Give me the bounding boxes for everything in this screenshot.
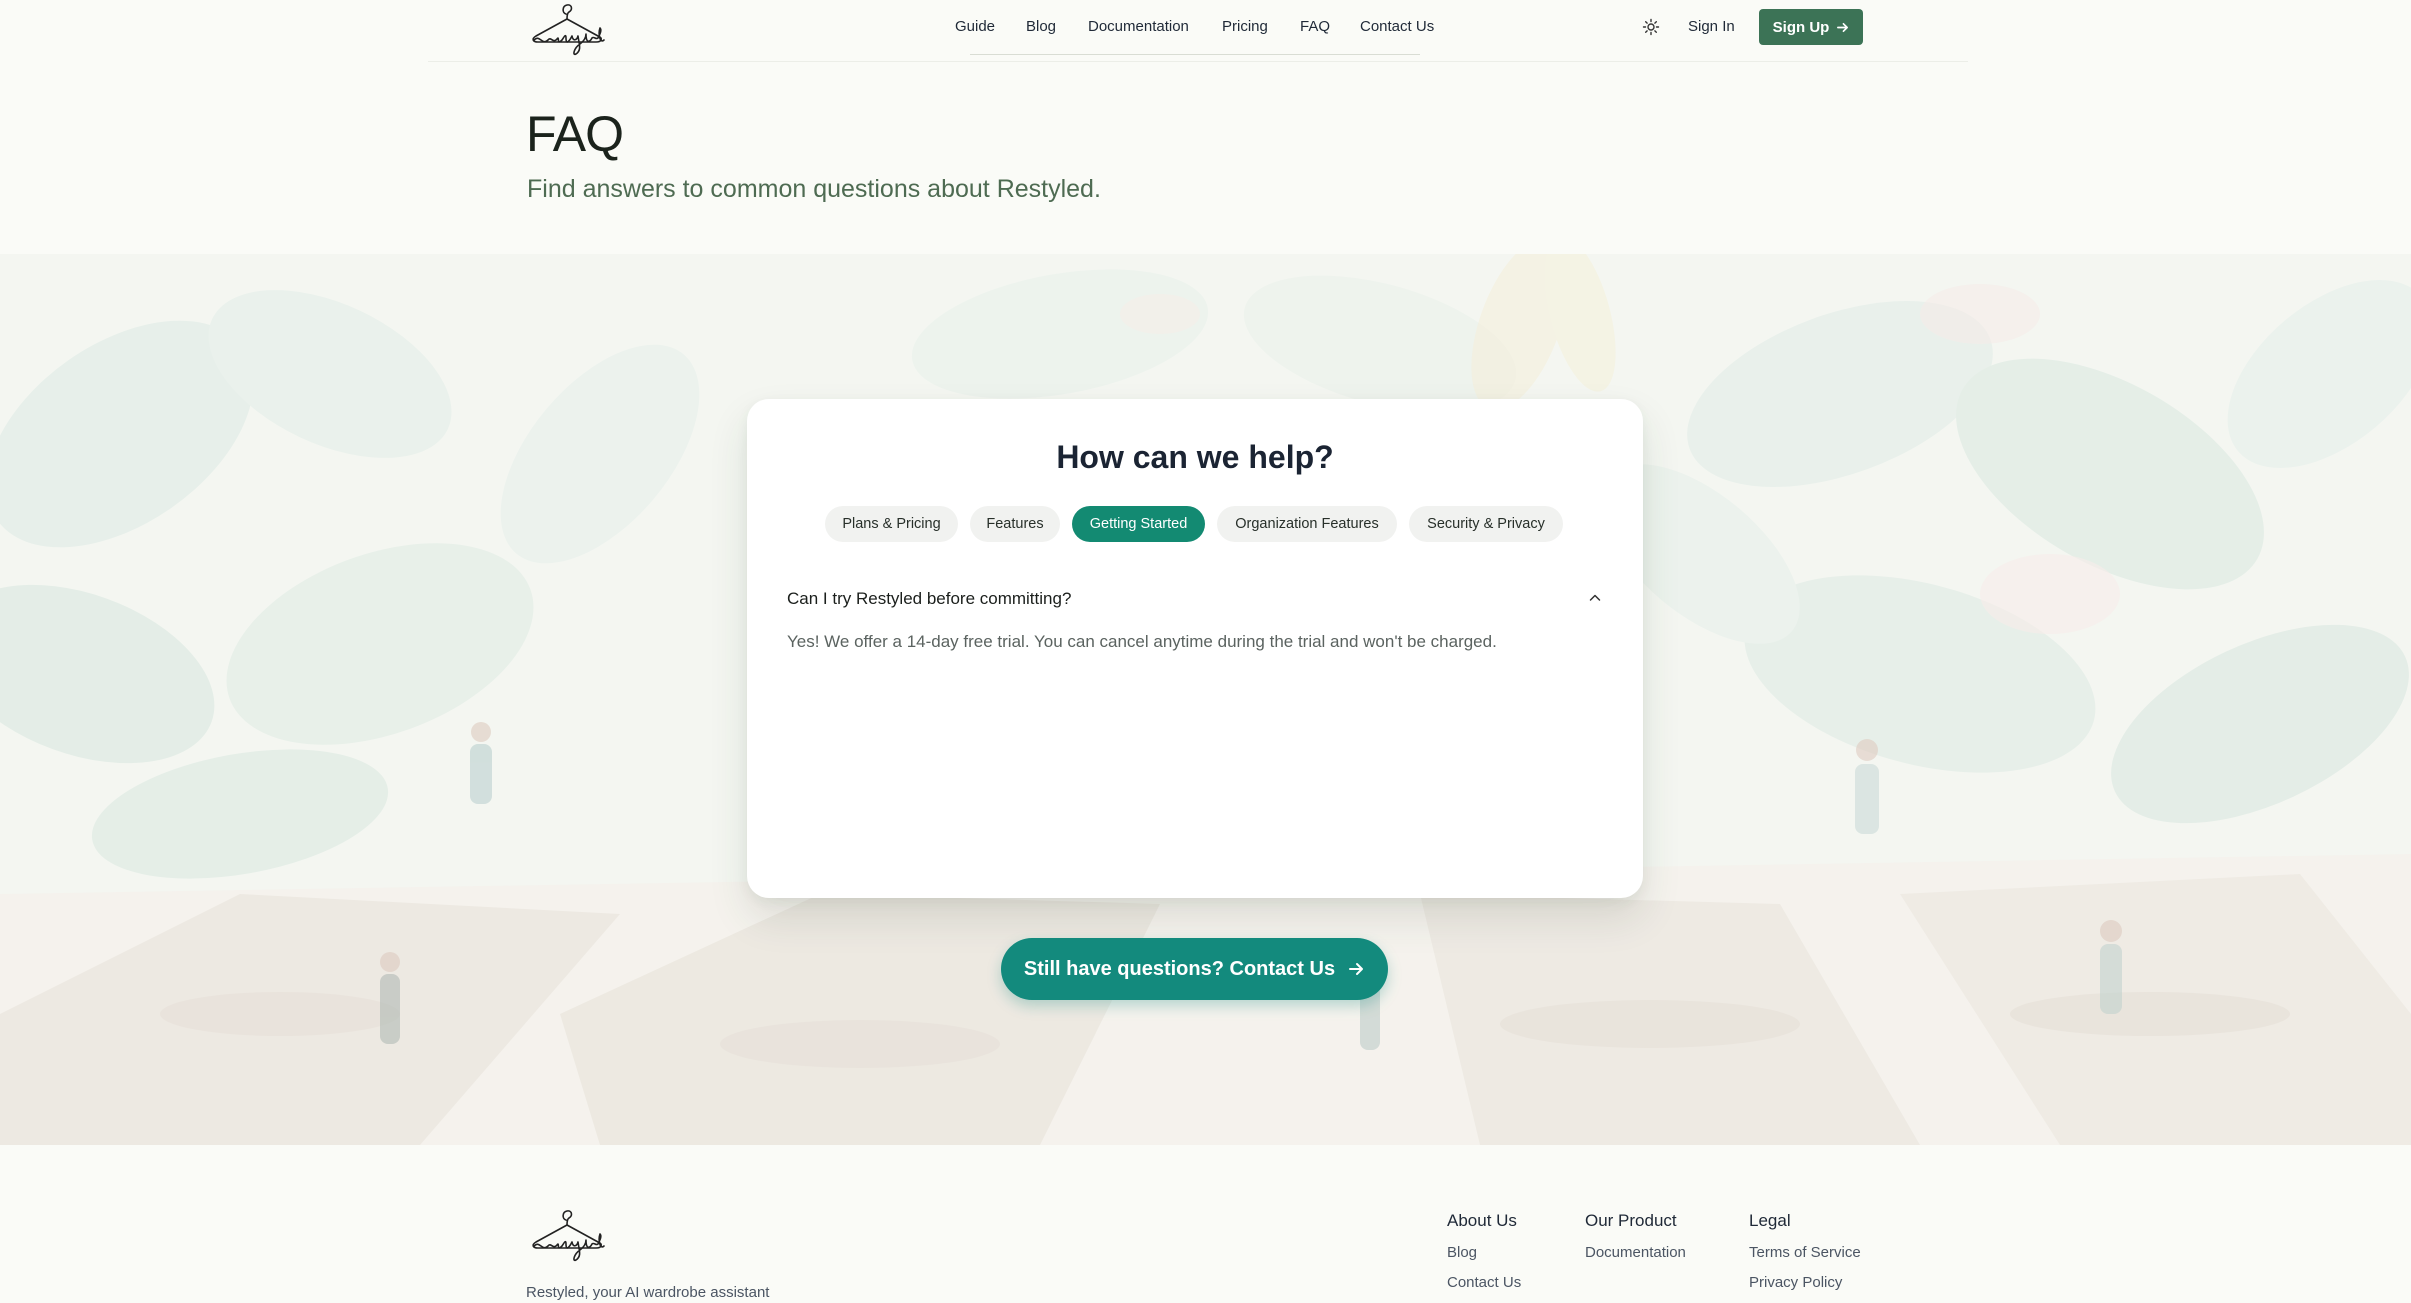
footer-heading-about-us: About Us <box>1447 1211 1517 1230</box>
sign-up-label: Sign Up <box>1772 18 1830 36</box>
footer-heading-legal: Legal <box>1749 1211 1791 1230</box>
footer-link-blog[interactable]: Blog <box>1447 1243 1477 1263</box>
nav-divider <box>428 61 1968 62</box>
footer-logo[interactable] <box>526 1206 608 1266</box>
faq-heading: How can we help? <box>1056 439 1334 475</box>
sign-in-link[interactable]: Sign In <box>1688 17 1735 37</box>
cta-label: Still have questions? Contact Us <box>1023 957 1336 980</box>
footer-link-privacy-policy[interactable]: Privacy Policy <box>1749 1273 1842 1293</box>
footer-link-contact-us[interactable]: Contact Us <box>1447 1273 1521 1293</box>
footer-link-documentation[interactable]: Documentation <box>1585 1243 1686 1263</box>
tab-plans-pricing[interactable]: Plans & Pricing <box>825 506 958 542</box>
footer-heading-our-product: Our Product <box>1585 1211 1677 1230</box>
sign-up-button[interactable]: Sign Up <box>1759 9 1863 45</box>
faq-question-row[interactable]: Can I try Restyled before committing? <box>787 579 1603 619</box>
nav-link-contact-us[interactable]: Contact Us <box>1360 17 1434 37</box>
footer-link-terms-of-service[interactable]: Terms of Service <box>1749 1243 1861 1263</box>
faq-question: Can I try Restyled before committing? <box>787 589 1072 608</box>
nav-link-faq[interactable]: FAQ <box>1300 17 1330 37</box>
nav-link-documentation[interactable]: Documentation <box>1088 17 1189 37</box>
footer-tagline: Restyled, your AI wardrobe assistant <box>526 1284 770 1301</box>
nav-link-pricing[interactable]: Pricing <box>1222 17 1268 37</box>
contact-us-cta-button[interactable]: Still have questions? Contact Us <box>1001 938 1388 1000</box>
tab-features[interactable]: Features <box>970 506 1060 542</box>
tab-getting-started[interactable]: Getting Started <box>1072 506 1205 542</box>
sun-icon[interactable] <box>1641 17 1661 37</box>
nav-link-blog[interactable]: Blog <box>1026 17 1056 37</box>
arrow-right-icon <box>1349 963 1364 975</box>
logo[interactable] <box>526 0 608 58</box>
nav-underline <box>970 54 1420 55</box>
footer <box>0 1145 2411 1292</box>
page-title: FAQ <box>526 106 624 162</box>
faq-card: How can we help? Plans & Pricing Feature… <box>747 399 1643 898</box>
tab-security-privacy[interactable]: Security & Privacy <box>1409 506 1563 542</box>
chevron-up-icon <box>1589 594 1601 601</box>
nav-link-guide[interactable]: Guide <box>955 17 995 37</box>
tab-organization-features[interactable]: Organization Features <box>1217 506 1397 542</box>
top-navigation: Guide Blog Documentation Pricing FAQ Con… <box>0 0 2411 61</box>
arrow-right-icon <box>1837 22 1849 32</box>
faq-answer: Yes! We offer a 14-day free trial. You c… <box>787 632 1497 651</box>
page-subtitle: Find answers to common questions about R… <box>527 175 1101 203</box>
